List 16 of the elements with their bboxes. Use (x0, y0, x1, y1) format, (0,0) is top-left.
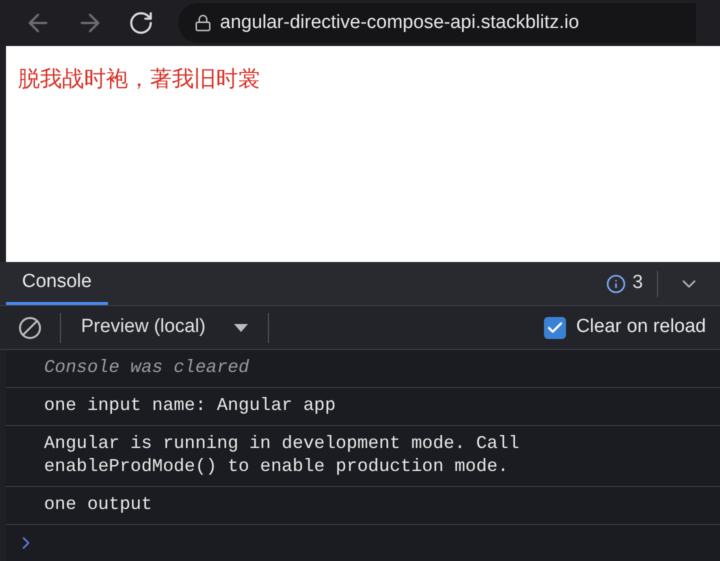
info-icon (606, 274, 626, 294)
address-bar[interactable]: angular-directive-compose-api.stackblitz.io (178, 3, 696, 43)
checkbox-label: Clear on reload (576, 315, 706, 340)
url-text: angular-directive-compose-api.stackblitz.io (220, 10, 580, 35)
clear-console-icon[interactable] (18, 316, 42, 340)
page-heading: 脱我战时袍，著我旧时裳 (18, 65, 261, 93)
console-message: one output (44, 494, 154, 517)
console-message: Console was cleared (44, 357, 250, 380)
lock-icon (194, 14, 212, 32)
reload-icon[interactable] (128, 10, 154, 36)
caret-icon (234, 324, 248, 332)
checkbox[interactable] (544, 316, 566, 338)
console-message: one input name: Angular app (44, 395, 337, 418)
context-dropdown[interactable]: Preview (local) (61, 313, 268, 342)
console-message: Angular is running in development mode. Call enableProdMode() to enable production mode. (44, 433, 520, 479)
info-count: 3 (632, 271, 643, 296)
